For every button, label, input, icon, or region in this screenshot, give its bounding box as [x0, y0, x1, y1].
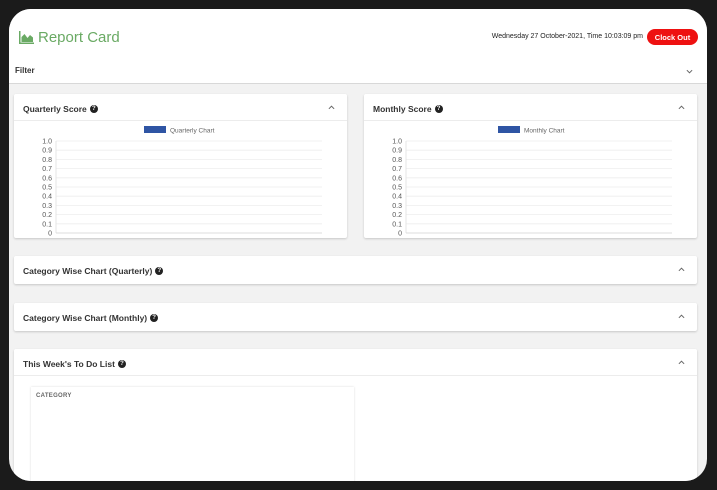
filter-bar[interactable]: Filter: [9, 59, 707, 84]
chevron-up-icon[interactable]: [678, 104, 685, 111]
y-tick-label: 0: [398, 231, 402, 238]
todo-list-card: This Week's To Do List ? CATEGORY: [14, 349, 697, 481]
y-tick-label: 0.7: [392, 166, 402, 173]
legend-swatch: [498, 126, 520, 133]
legend-swatch: [144, 126, 166, 133]
y-tick-label: 0.8: [392, 157, 402, 164]
card-header[interactable]: Monthly Score ?: [364, 94, 697, 121]
y-tick-label: 1.0: [392, 139, 402, 146]
card-header[interactable]: This Week's To Do List ?: [14, 349, 697, 376]
y-tick-label: 0.8: [42, 157, 52, 164]
category-quarterly-card[interactable]: Category Wise Chart (Quarterly) ?: [14, 256, 697, 284]
y-tick-label: 0.4: [42, 194, 52, 201]
y-tick-label: 0.5: [392, 185, 402, 192]
chevron-down-icon[interactable]: [686, 68, 693, 75]
question-circle-icon[interactable]: ?: [155, 267, 164, 275]
y-tick-label: 0.9: [42, 148, 52, 155]
chevron-up-icon[interactable]: [678, 359, 685, 366]
y-tick-label: 0.9: [392, 148, 402, 155]
y-tick-label: 0.5: [42, 185, 52, 192]
y-tick-label: 0: [48, 231, 52, 238]
filter-label: Filter: [15, 66, 35, 75]
area-chart-icon: [19, 31, 34, 44]
y-tick-label: 0.1: [42, 221, 52, 228]
card-title: Category Wise Chart (Monthly): [23, 313, 148, 323]
category-monthly-card[interactable]: Category Wise Chart (Monthly) ?: [14, 303, 697, 331]
y-tick-label: 1.0: [42, 139, 52, 146]
app-window: Report Card Wednesday 27 October-2021, T…: [9, 9, 707, 481]
current-datetime: Wednesday 27 October-2021, Time 10:03:09…: [491, 33, 643, 40]
legend-label: Monthly Chart: [524, 128, 565, 135]
card-title: Category Wise Chart (Quarterly): [23, 266, 153, 276]
question-circle-icon[interactable]: ?: [89, 105, 98, 113]
card-title: Monthly Score: [373, 104, 432, 114]
legend-label: Quarterly Chart: [170, 128, 215, 135]
question-circle-icon[interactable]: ?: [434, 105, 443, 113]
question-circle-icon[interactable]: ?: [117, 360, 126, 368]
chevron-up-icon[interactable]: [678, 266, 685, 273]
y-tick-label: 0.1: [392, 221, 402, 228]
todo-category-panel: CATEGORY: [31, 387, 354, 481]
y-tick-label: 0.7: [42, 166, 52, 173]
question-circle-icon[interactable]: ?: [150, 314, 159, 322]
monthly-score-card: Monthly Score ? Monthly Chart 1.0 0.9 0.8 0.…: [364, 94, 697, 238]
brand[interactable]: Report Card: [19, 29, 120, 46]
monthly-score-chart: Monthly Chart 1.0 0.9 0.8 0.7 0.6 0.5 0.4 0.3 0.2…: [392, 126, 672, 238]
card-title: This Week's To Do List: [23, 359, 115, 369]
column-header-category: CATEGORY: [36, 393, 72, 399]
y-tick-label: 0.2: [42, 212, 52, 219]
y-tick-label: 0.2: [392, 212, 402, 219]
page-title: Report Card: [38, 29, 120, 46]
y-tick-label: 0.6: [392, 175, 402, 182]
chevron-up-icon[interactable]: [678, 313, 685, 320]
y-tick-label: 0.6: [42, 175, 52, 182]
top-bar: Report Card Wednesday 27 October-2021, T…: [9, 9, 707, 59]
quarterly-score-card: Quarterly Score ? Quarterly Chart 1.0 0.9 0…: [14, 94, 347, 238]
chevron-up-icon[interactable]: [328, 104, 335, 111]
clock-out-button[interactable]: Clock Out: [647, 29, 698, 45]
quarterly-score-chart: Quarterly Chart 1.0 0.9 0.8 0.7 0.6 0.5 0.4 0.3 0…: [42, 126, 322, 238]
card-title: Quarterly Score: [23, 104, 87, 114]
y-tick-label: 0.3: [42, 203, 52, 210]
card-header[interactable]: Quarterly Score ?: [14, 94, 347, 121]
y-tick-label: 0.3: [392, 203, 402, 210]
y-tick-label: 0.4: [392, 194, 402, 201]
